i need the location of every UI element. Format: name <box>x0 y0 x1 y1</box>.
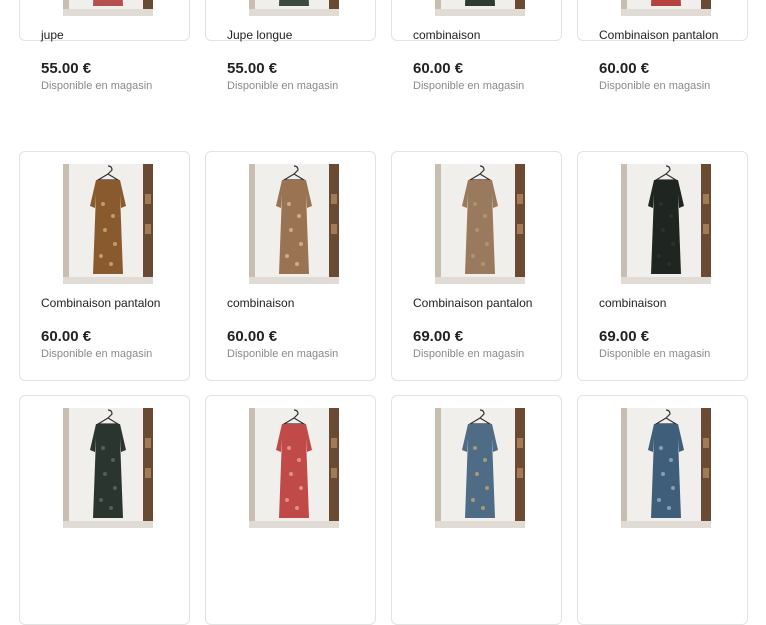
product-photo <box>621 408 711 528</box>
product-name[interactable]: Combinaison pantalon <box>41 296 160 310</box>
product-price: 60.00 € <box>599 60 650 77</box>
product-price: 55.00 € <box>227 60 278 77</box>
product-card[interactable]: combinaison 60.00 € Disponible en magasin <box>205 151 376 381</box>
availability-text: Disponible en magasin <box>227 348 339 360</box>
product-photo <box>621 0 711 16</box>
availability-text: Disponible en magasin <box>599 80 711 92</box>
product-image[interactable] <box>435 0 525 16</box>
product-image[interactable] <box>621 164 711 284</box>
product-card[interactable] <box>19 395 190 625</box>
availability-text: Disponible en magasin <box>41 80 153 92</box>
product-image[interactable] <box>249 408 339 528</box>
product-photo <box>63 408 153 528</box>
product-price: 55.00 € <box>41 60 92 77</box>
product-card[interactable]: Combinaison pantalon 60.00 € Disponible en… <box>577 0 748 92</box>
product-photo <box>249 0 339 16</box>
product-image[interactable] <box>435 408 525 528</box>
product-price: 69.00 € <box>413 328 464 345</box>
product-image[interactable] <box>63 408 153 528</box>
product-name[interactable]: Combinaison pantalon <box>413 296 532 310</box>
product-name[interactable]: combinaison <box>413 28 480 42</box>
product-name[interactable]: jupe <box>41 28 64 42</box>
product-photo <box>63 0 153 16</box>
product-photo <box>435 408 525 528</box>
product-name[interactable]: Jupe longue <box>227 28 292 42</box>
product-name[interactable]: Combinaison pantalon <box>599 28 718 42</box>
product-image[interactable] <box>63 0 153 16</box>
product-card[interactable] <box>205 395 376 625</box>
product-card[interactable]: combinaison 69.00 € Disponible en magasin <box>577 151 748 381</box>
product-photo <box>435 164 525 284</box>
product-photo <box>249 408 339 528</box>
product-card[interactable]: Combinaison pantalon 69.00 € Disponible en… <box>391 151 562 381</box>
product-image[interactable] <box>435 164 525 284</box>
availability-text: Disponible en magasin <box>599 348 711 360</box>
product-name[interactable]: combinaison <box>227 296 294 310</box>
product-name[interactable]: combinaison <box>599 296 666 310</box>
availability-text: Disponible en magasin <box>413 80 525 92</box>
product-price: 60.00 € <box>41 328 92 345</box>
product-price: 60.00 € <box>413 60 464 77</box>
product-photo <box>249 164 339 284</box>
availability-text: Disponible en magasin <box>413 348 525 360</box>
product-image[interactable] <box>621 408 711 528</box>
product-card[interactable] <box>577 395 748 625</box>
product-card[interactable]: Jupe longue 55.00 € Disponible en magasin <box>205 0 376 92</box>
product-card[interactable]: Combinaison pantalon 60.00 € Disponible en… <box>19 151 190 381</box>
product-photo <box>435 0 525 16</box>
product-price: 69.00 € <box>599 328 650 345</box>
product-image[interactable] <box>63 164 153 284</box>
product-image[interactable] <box>621 0 711 16</box>
product-card[interactable]: jupe 55.00 € Disponible en magasin <box>19 0 190 92</box>
availability-text: Disponible en magasin <box>41 348 153 360</box>
product-photo <box>63 164 153 284</box>
product-photo <box>621 164 711 284</box>
product-card[interactable]: combinaison 60.00 € Disponible en magasin <box>391 0 562 92</box>
product-price: 60.00 € <box>227 328 278 345</box>
availability-text: Disponible en magasin <box>227 80 339 92</box>
product-image[interactable] <box>249 164 339 284</box>
product-image[interactable] <box>249 0 339 16</box>
product-card[interactable] <box>391 395 562 625</box>
